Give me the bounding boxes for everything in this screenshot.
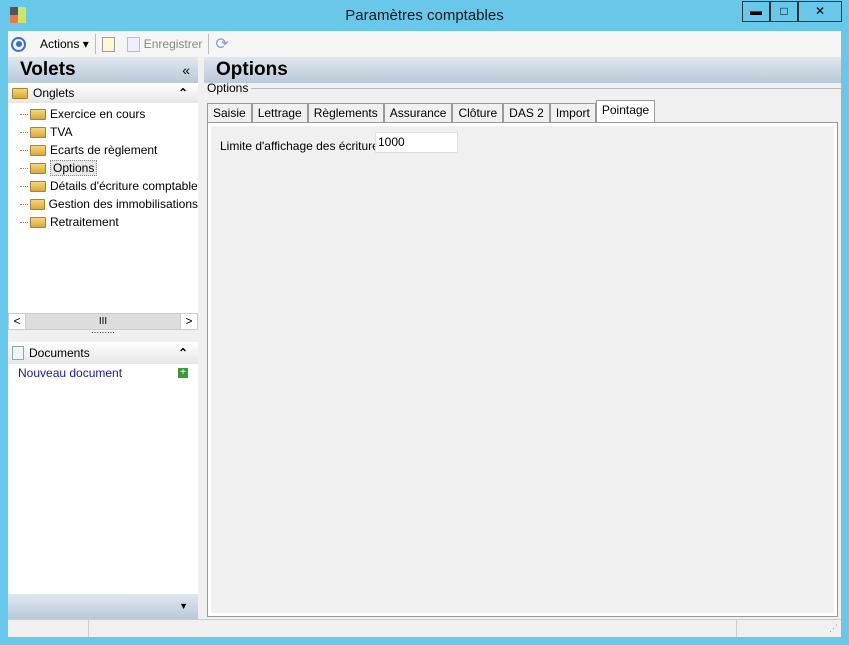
actions-menu[interactable]: Actions ▾ <box>40 37 89 51</box>
section-label: Documents <box>29 346 90 360</box>
tree-item-label: Retraitement <box>50 215 119 229</box>
scroll-thumb[interactable]: III <box>26 314 180 329</box>
tree-item-label: Exercice en cours <box>50 107 146 121</box>
tree-item-label: Gestion des immobilisations <box>48 197 198 211</box>
tree-item[interactable]: Détails d'écriture comptable <box>8 177 198 195</box>
section-onglets[interactable]: Onglets ⌃ <box>8 83 198 103</box>
refresh-icon[interactable]: ⟳ <box>215 34 228 54</box>
display-limit-input[interactable]: 1000 <box>375 132 458 153</box>
tab-content: Limite d'affichage des écritures : 1000 <box>207 122 838 617</box>
save-button[interactable]: Enregistrer <box>126 36 203 52</box>
tab-cloture[interactable]: Clôture <box>452 103 504 122</box>
tree-item-label: Détails d'écriture comptable <box>50 179 198 193</box>
panel-header: Volets « <box>8 57 198 83</box>
tab-assurance[interactable]: Assurance <box>383 103 453 122</box>
collapse-section-icon[interactable]: ⌃ <box>178 86 188 100</box>
tree-item-label: TVA <box>50 125 73 139</box>
folder-icon <box>30 126 46 138</box>
separator <box>94 34 96 54</box>
tree-item[interactable]: TVA <box>8 123 198 141</box>
new-document-icon[interactable] <box>101 36 115 52</box>
tree-item-label: Ecarts de règlement <box>50 143 158 157</box>
folder-icon <box>30 180 46 192</box>
tab-reglements[interactable]: Règlements <box>307 103 384 122</box>
minimize-button[interactable]: ▬ <box>742 1 770 22</box>
more-sections-button[interactable]: ▼ <box>179 601 188 611</box>
section-documents[interactable]: Documents ⌃ <box>8 342 198 364</box>
folder-icon <box>12 87 28 99</box>
tree-item[interactable]: Exercice en cours <box>8 105 198 123</box>
group-label: Options <box>207 81 249 95</box>
main-panel: Options Options Saisie Lettrage Règlemen… <box>204 57 841 619</box>
section-label: Onglets <box>33 86 75 100</box>
display-limit-label: Limite d'affichage des écritures : <box>220 139 392 153</box>
window-title: Paramètres comptables <box>345 7 504 24</box>
scroll-left-button[interactable]: < <box>9 314 26 329</box>
scroll-right-button[interactable]: > <box>180 314 197 329</box>
folder-icon <box>30 198 45 210</box>
save-label: Enregistrer <box>143 37 203 51</box>
status-bar: ⋰ <box>8 619 841 637</box>
folder-icon <box>30 216 46 228</box>
target-icon[interactable] <box>11 36 26 52</box>
tree-item[interactable]: Ecarts de règlement <box>8 141 198 159</box>
splitter[interactable]: ⋯⋯⋯ <box>8 329 198 342</box>
panel-footer: ▼ <box>8 594 198 619</box>
tab-das2[interactable]: DAS 2 <box>503 103 550 122</box>
tab-lettrage[interactable]: Lettrage <box>251 103 308 122</box>
tree-item-selected[interactable]: Options <box>8 159 198 177</box>
collapse-section-icon[interactable]: ⌃ <box>178 346 188 360</box>
folder-icon <box>30 144 46 156</box>
panel-title: Volets <box>20 59 76 80</box>
close-button[interactable]: ✕ <box>798 1 842 22</box>
toolbar: Actions ▾ Enregistrer ⟳ <box>8 31 841 57</box>
add-icon[interactable]: + <box>178 368 188 378</box>
tree: Exercice en cours TVA Ecarts de règlemen… <box>8 103 198 311</box>
folder-icon <box>30 108 46 120</box>
new-document-label[interactable]: Nouveau document <box>18 366 122 380</box>
tab-saisie[interactable]: Saisie <box>207 103 252 122</box>
tab-import[interactable]: Import <box>549 103 596 122</box>
title-bar: Paramètres comptables ▬ □ ✕ <box>0 0 849 31</box>
tree-item-label: Options <box>50 160 98 176</box>
actions-label: Actions <box>40 37 80 51</box>
page-title: Options <box>204 57 841 83</box>
resize-grip[interactable]: ⋰ <box>829 623 838 634</box>
folder-open-icon <box>30 162 46 174</box>
maximize-button[interactable]: □ <box>770 1 798 22</box>
tab-strip: Saisie Lettrage Règlements Assurance Clô… <box>207 100 656 122</box>
save-icon <box>126 36 140 52</box>
tree-item[interactable]: Gestion des immobilisations <box>8 195 198 213</box>
collapse-panel-button[interactable]: « <box>182 57 190 83</box>
document-icon <box>12 346 24 360</box>
separator <box>208 34 210 54</box>
left-panel: Volets « Onglets ⌃ Exercice en cours TVA… <box>8 57 198 619</box>
options-group: Options <box>207 81 841 95</box>
new-document-link[interactable]: Nouveau document + <box>18 366 188 380</box>
tree-item[interactable]: Retraitement <box>8 213 198 231</box>
tab-pointage[interactable]: Pointage <box>595 100 656 122</box>
